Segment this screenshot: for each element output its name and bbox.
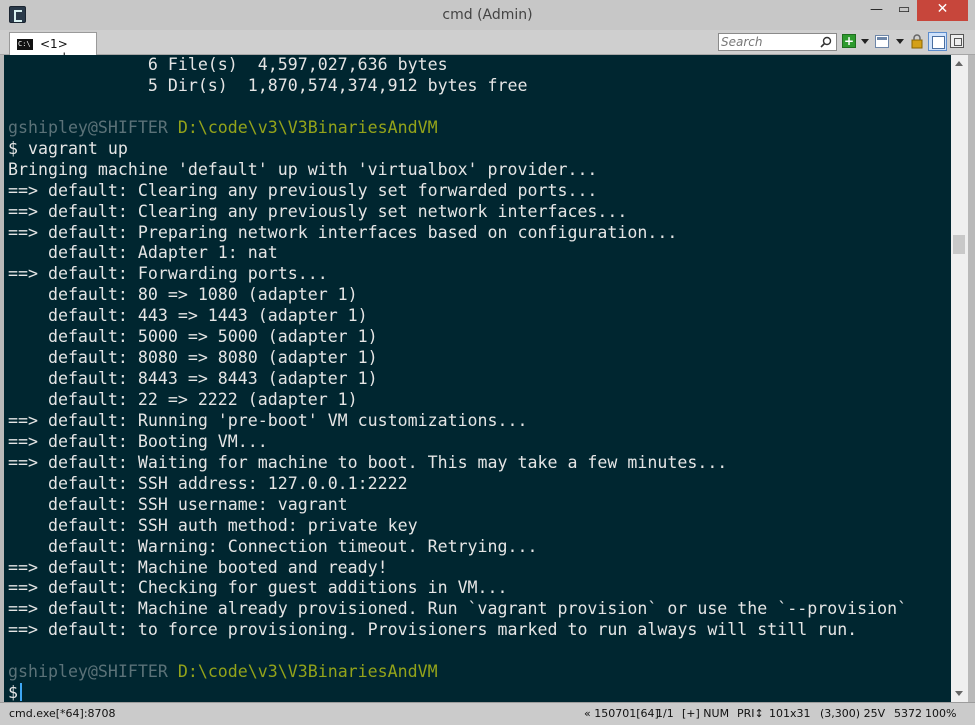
terminal-line: default: Warning: Connection timeout. Re… — [8, 537, 907, 558]
status-tab-index[interactable]: 1/1 — [656, 707, 674, 720]
terminal-text: ==> default: Preparing network interface… — [8, 222, 678, 242]
terminal-line: default: 443 => 1443 (adapter 1) — [8, 306, 907, 327]
title-bar: cmd (Admin) — ▭ ✕ — [0, 0, 975, 30]
lock-icon[interactable] — [911, 34, 923, 49]
terminal-line: 5 Dir(s) 1,870,574,374,912 bytes free — [8, 76, 907, 97]
prompt-path: D:\code\v3\V3BinariesAndVM — [177, 117, 438, 137]
new-console-button[interactable]: + — [842, 34, 856, 48]
terminal-line: default: 22 => 2222 (adapter 1) — [8, 390, 907, 411]
terminal-line: gshipley@SHIFTER D:\code\v3\V3BinariesAn… — [8, 118, 907, 139]
panel-view-icon[interactable] — [928, 32, 947, 51]
terminal-line: ==> default: Machine already provisioned… — [8, 599, 907, 620]
terminal-line: ==> default: Booting VM... — [8, 432, 907, 453]
terminal-text: Bringing machine 'default' up with 'virt… — [8, 159, 598, 179]
terminal-text: 5 Dir(s) 1,870,574,374,912 bytes free — [8, 75, 528, 95]
terminal-line: default: Adapter 1: nat — [8, 243, 907, 264]
status-pid[interactable]: 5372 — [894, 707, 922, 720]
prompt-user: gshipley@SHIFTER — [8, 117, 178, 137]
vertical-scrollbar[interactable] — [951, 55, 968, 702]
terminal-text: default: 8443 => 8443 (adapter 1) — [8, 369, 378, 389]
status-keyboard[interactable]: [+] NUM — [682, 707, 729, 720]
minimize-button[interactable]: — — [862, 0, 891, 21]
status-process[interactable]: cmd.exe[*64]:8708 — [9, 707, 116, 720]
terminal-text: $ — [8, 683, 18, 702]
text-cursor — [20, 683, 22, 702]
tab-cmd[interactable]: C:\ <1> cmd — [9, 32, 97, 65]
console-icon: C:\ — [17, 39, 33, 50]
terminal-line: default: 80 => 1080 (adapter 1) — [8, 285, 907, 306]
terminal-text: default: 443 => 1443 (adapter 1) — [8, 306, 368, 326]
terminal-text: ==> default: Checking for guest addition… — [8, 578, 508, 598]
terminal-line: default: 5000 => 5000 (adapter 1) — [8, 327, 907, 348]
terminal-text: ==> default: Forwarding ports... — [8, 264, 328, 284]
terminal-text: ==> default: Booting VM... — [8, 431, 268, 451]
terminal-text: default: 80 => 1080 (adapter 1) — [8, 285, 358, 305]
terminal-lines: 6 File(s) 4,597,027,636 bytes 5 Dir(s) 1… — [8, 55, 907, 702]
terminal-line: ==> default: Machine booted and ready! — [8, 558, 907, 579]
terminal-line: gshipley@SHIFTER D:\code\v3\V3BinariesAn… — [8, 662, 907, 683]
terminal-line: Bringing machine 'default' up with 'virt… — [8, 160, 907, 181]
chevron-down-icon[interactable] — [896, 39, 904, 44]
terminal-line: $ — [8, 683, 907, 702]
terminal-text: ==> default: Waiting for machine to boot… — [8, 452, 728, 472]
terminal-text: ==> default: to force provisioning. Prov… — [8, 620, 858, 640]
terminal-text: default: Adapter 1: nat — [8, 243, 278, 263]
scroll-up-icon[interactable] — [955, 61, 963, 66]
terminal-line: ==> default: Waiting for machine to boot… — [8, 453, 907, 474]
terminal-line: default: SSH username: vagrant — [8, 495, 907, 516]
terminal-line: ==> default: Checking for guest addition… — [8, 578, 907, 599]
prompt-path: D:\code\v3\V3BinariesAndVM — [177, 662, 438, 682]
terminal-line: default: SSH auth method: private key — [8, 516, 907, 537]
terminal-text: 6 File(s) 4,597,027,636 bytes — [8, 55, 448, 74]
prompt-user: gshipley@SHIFTER — [8, 662, 178, 682]
chevron-down-icon[interactable] — [861, 39, 869, 44]
terminal-line: ==> default: Clearing any previously set… — [8, 181, 907, 202]
terminal-text: ==> default: Machine booted and ready! — [8, 557, 388, 577]
terminal-line: 6 File(s) 4,597,027,636 bytes — [8, 55, 907, 76]
terminal-line: ==> default: Clearing any previously set… — [8, 202, 907, 223]
terminal-text: default: SSH auth method: private key — [8, 515, 418, 535]
search-input[interactable] — [721, 34, 819, 50]
terminal-line: default: SSH address: 127.0.0.1:2222 — [8, 474, 907, 495]
terminal-text: default: SSH address: 127.0.0.1:2222 — [8, 473, 408, 493]
tab-bar: C:\ <1> cmd + — [0, 30, 975, 65]
terminal-text: default: 22 => 2222 (adapter 1) — [8, 390, 358, 409]
window-layout-icon[interactable] — [875, 35, 889, 48]
terminal-text: default: SSH username: vagrant — [8, 494, 348, 514]
terminal-text: default: 5000 => 5000 (adapter 1) — [8, 327, 378, 347]
terminal-text: ==> default: Machine already provisioned… — [8, 599, 908, 619]
status-cursor-position[interactable]: (3,300) 25V — [820, 707, 885, 720]
status-transparency[interactable]: 100% — [925, 707, 956, 720]
terminal-text: default: 8080 => 8080 (adapter 1) — [8, 348, 378, 368]
terminal-line: default: 8080 => 8080 (adapter 1) — [8, 348, 907, 369]
window-title: cmd (Admin) — [442, 7, 533, 23]
terminal-line: $ vagrant up — [8, 139, 907, 160]
terminal-text: $ vagrant up — [8, 138, 128, 158]
search-icon[interactable] — [820, 36, 832, 48]
terminal-text: default: Warning: Connection timeout. Re… — [8, 536, 538, 556]
status-server[interactable]: « 150701[64] — [584, 707, 659, 720]
close-button[interactable]: ✕ — [917, 0, 968, 21]
maximize-button[interactable]: ▭ — [891, 0, 917, 21]
terminal-line: ==> default: Forwarding ports... — [8, 264, 907, 285]
terminal-text: ==> default: Clearing any previously set… — [8, 180, 598, 200]
terminal-line: default: 8443 => 8443 (adapter 1) — [8, 369, 907, 390]
settings-menu-icon[interactable] — [950, 34, 964, 48]
scroll-thumb[interactable] — [953, 235, 965, 254]
terminal-line: ==> default: to force provisioning. Prov… — [8, 620, 907, 641]
terminal-line: ==> default: Running 'pre-boot' VM custo… — [8, 411, 907, 432]
terminal-text: ==> default: Running 'pre-boot' VM custo… — [8, 410, 528, 430]
terminal-line: ==> default: Preparing network interface… — [8, 223, 907, 244]
status-console-size[interactable]: 101x31 — [769, 707, 811, 720]
status-bar: cmd.exe[*64]:8708 « 150701[64] 1/1 [+] N… — [0, 702, 975, 725]
scroll-down-icon[interactable] — [955, 691, 963, 696]
terminal-output[interactable]: 6 File(s) 4,597,027,636 bytes 5 Dir(s) 1… — [4, 55, 951, 702]
search-box — [718, 33, 837, 51]
status-priority[interactable]: PRI↕ — [737, 707, 764, 720]
terminal-text: ==> default: Clearing any previously set… — [8, 201, 628, 221]
